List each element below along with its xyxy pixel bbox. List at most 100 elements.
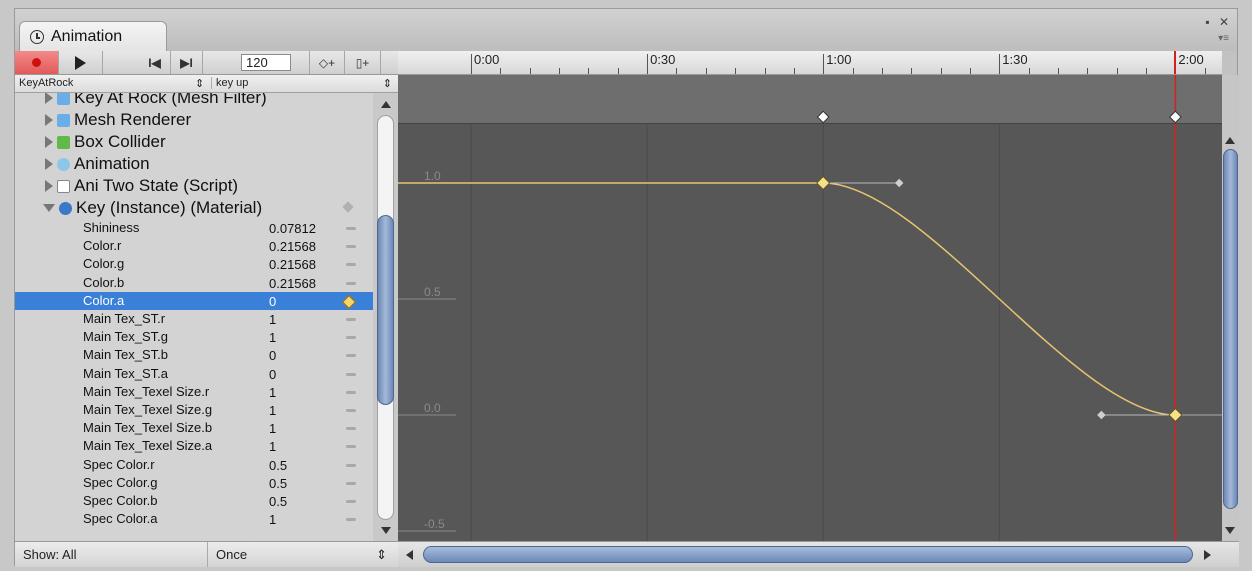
property-row[interactable]: Spec Color.r 0.5 (15, 456, 373, 474)
curve-vertical-scrollbar[interactable] (1222, 75, 1239, 541)
expand-arrow-icon[interactable] (45, 158, 53, 170)
property-row[interactable]: Main Tex_ST.r 1 (15, 310, 373, 328)
property-row[interactable]: Main Tex_Texel Size.a 1 (15, 437, 373, 455)
vertical-scroll-thumb[interactable] (1223, 149, 1238, 509)
expand-arrow-icon[interactable] (45, 114, 53, 126)
component-box-collider[interactable]: Box Collider (15, 131, 373, 153)
timeline-ruler[interactable]: 0:00 0:30 1:00 1:30 2:00 (398, 51, 1222, 75)
property-row[interactable]: Color.r 0.21568 (15, 237, 373, 255)
property-row[interactable]: Main Tex_Texel Size.g 1 (15, 401, 373, 419)
property-value[interactable]: 0.5 (269, 476, 287, 491)
property-row[interactable]: Main Tex_Texel Size.b 1 (15, 419, 373, 437)
play-button[interactable] (59, 51, 103, 74)
key-dash-icon[interactable] (346, 354, 356, 358)
property-row[interactable]: Color.g 0.21568 (15, 255, 373, 273)
time-cursor[interactable] (1174, 51, 1177, 74)
key-dash-icon[interactable] (346, 463, 356, 467)
key-dash-icon[interactable] (346, 263, 356, 267)
curve-horizontal-scrollbar[interactable] (398, 541, 1239, 567)
expand-arrow-icon[interactable] (45, 93, 53, 104)
horizontal-scroll-thumb[interactable] (423, 546, 1193, 563)
property-row[interactable]: Color.a 0 (15, 291, 373, 310)
previous-keyframe-button[interactable]: I◀ (139, 51, 171, 74)
component-material[interactable]: Key (Instance) (Material) (15, 197, 373, 219)
strip-keyframe[interactable] (1169, 110, 1182, 124)
property-row[interactable]: Main Tex_ST.g 1 (15, 328, 373, 346)
property-value[interactable]: 0 (269, 294, 276, 309)
property-row[interactable]: Color.b 0.21568 (15, 274, 373, 292)
maximize-icon[interactable]: ▪ (1205, 15, 1209, 29)
property-value[interactable]: 1 (269, 439, 276, 454)
property-value[interactable]: 0.21568 (269, 257, 316, 272)
scroll-left-arrow-icon[interactable] (406, 550, 413, 560)
component-ani-two-state[interactable]: Ani Two State (Script) (15, 175, 373, 197)
property-row[interactable]: Spec Color.g 0.5 (15, 474, 373, 492)
close-icon[interactable]: ✕ (1219, 15, 1229, 29)
key-dash-icon[interactable] (346, 390, 356, 394)
property-row[interactable]: Spec Color.b 0.5 (15, 492, 373, 510)
component-animation[interactable]: Animation (15, 153, 373, 175)
event-select[interactable]: key up (211, 77, 386, 89)
expand-arrow-icon[interactable] (45, 136, 53, 148)
clip-select[interactable]: KeyAtRock (19, 77, 205, 89)
component-mesh-filter[interactable]: Key At Rock (Mesh Filter) (15, 93, 373, 109)
property-value[interactable]: 1 (269, 421, 276, 436)
property-value[interactable]: 0.07812 (269, 221, 316, 236)
key-dash-icon[interactable] (346, 227, 356, 230)
key-dash-icon[interactable] (346, 409, 356, 412)
key-dash-icon[interactable] (346, 318, 356, 321)
window-menu-icon[interactable]: ▾≡ (1218, 33, 1229, 44)
keyframe-diamond-icon[interactable] (342, 201, 354, 213)
key-dash-icon[interactable] (346, 281, 356, 285)
property-row[interactable]: Main Tex_ST.a 0 (15, 365, 373, 383)
key-dash-icon[interactable] (346, 336, 356, 340)
strip-keyframe[interactable] (816, 110, 830, 124)
property-value[interactable]: 1 (269, 403, 276, 418)
key-dash-icon[interactable] (346, 445, 356, 449)
add-keyframe-button[interactable]: ◇+ (309, 51, 345, 74)
tree-scrollbar[interactable] (373, 93, 398, 541)
curve-keyframe[interactable] (816, 176, 831, 190)
property-row[interactable]: Main Tex_ST.b 0 (15, 346, 373, 364)
add-event-button[interactable]: ▯+ (345, 51, 381, 74)
curve-keyframe[interactable] (1168, 408, 1183, 422)
next-keyframe-button[interactable]: ▶I (171, 51, 203, 74)
scroll-down-arrow-icon[interactable] (1225, 527, 1235, 534)
wrap-mode-select[interactable]: Once ⇕ (207, 542, 397, 567)
key-dash-icon[interactable] (346, 500, 356, 503)
scroll-right-arrow-icon[interactable] (1204, 550, 1211, 560)
property-value[interactable]: 0 (269, 367, 276, 382)
curve-editor[interactable]: 1.0 0.5 0.0 -0.5 (398, 75, 1222, 541)
property-value[interactable]: 0.21568 (269, 239, 316, 254)
property-value[interactable]: 0 (269, 348, 276, 363)
key-dash-icon[interactable] (346, 427, 356, 431)
tangent-handle-point[interactable] (1097, 410, 1106, 420)
property-row[interactable]: Main Tex_Texel Size.r 1 (15, 383, 373, 401)
key-dash-icon[interactable] (346, 372, 356, 376)
show-filter-select[interactable]: Show: All (23, 547, 76, 562)
key-dash-icon[interactable] (346, 245, 356, 249)
property-row[interactable]: Shininess 0.07812 (15, 219, 373, 237)
key-dash-icon[interactable] (346, 518, 356, 522)
scroll-up-arrow-icon[interactable] (381, 101, 391, 108)
property-value[interactable]: 1 (269, 312, 276, 327)
frame-input[interactable]: 120 (241, 54, 291, 71)
property-value[interactable]: 1 (269, 512, 276, 527)
tab-animation[interactable]: Animation (19, 21, 167, 52)
scroll-up-arrow-icon[interactable] (1225, 137, 1235, 144)
record-button[interactable] (15, 51, 59, 74)
tangent-handle-point[interactable] (894, 178, 904, 188)
keyframe-diamond-icon[interactable] (341, 294, 357, 309)
scroll-thumb[interactable] (377, 215, 394, 405)
component-mesh-renderer[interactable]: Mesh Renderer (15, 109, 373, 131)
property-value[interactable]: 0.21568 (269, 276, 316, 291)
property-value[interactable]: 0.5 (269, 494, 287, 509)
curve-canvas[interactable]: 1.0 0.5 0.0 -0.5 (398, 75, 1222, 541)
collapse-arrow-icon[interactable] (43, 204, 55, 212)
property-value[interactable]: 0.5 (269, 458, 287, 473)
scroll-down-arrow-icon[interactable] (381, 527, 391, 534)
property-value[interactable]: 1 (269, 385, 276, 400)
property-value[interactable]: 1 (269, 330, 276, 345)
expand-arrow-icon[interactable] (45, 180, 53, 192)
property-row[interactable]: Spec Color.a 1 (15, 510, 373, 528)
